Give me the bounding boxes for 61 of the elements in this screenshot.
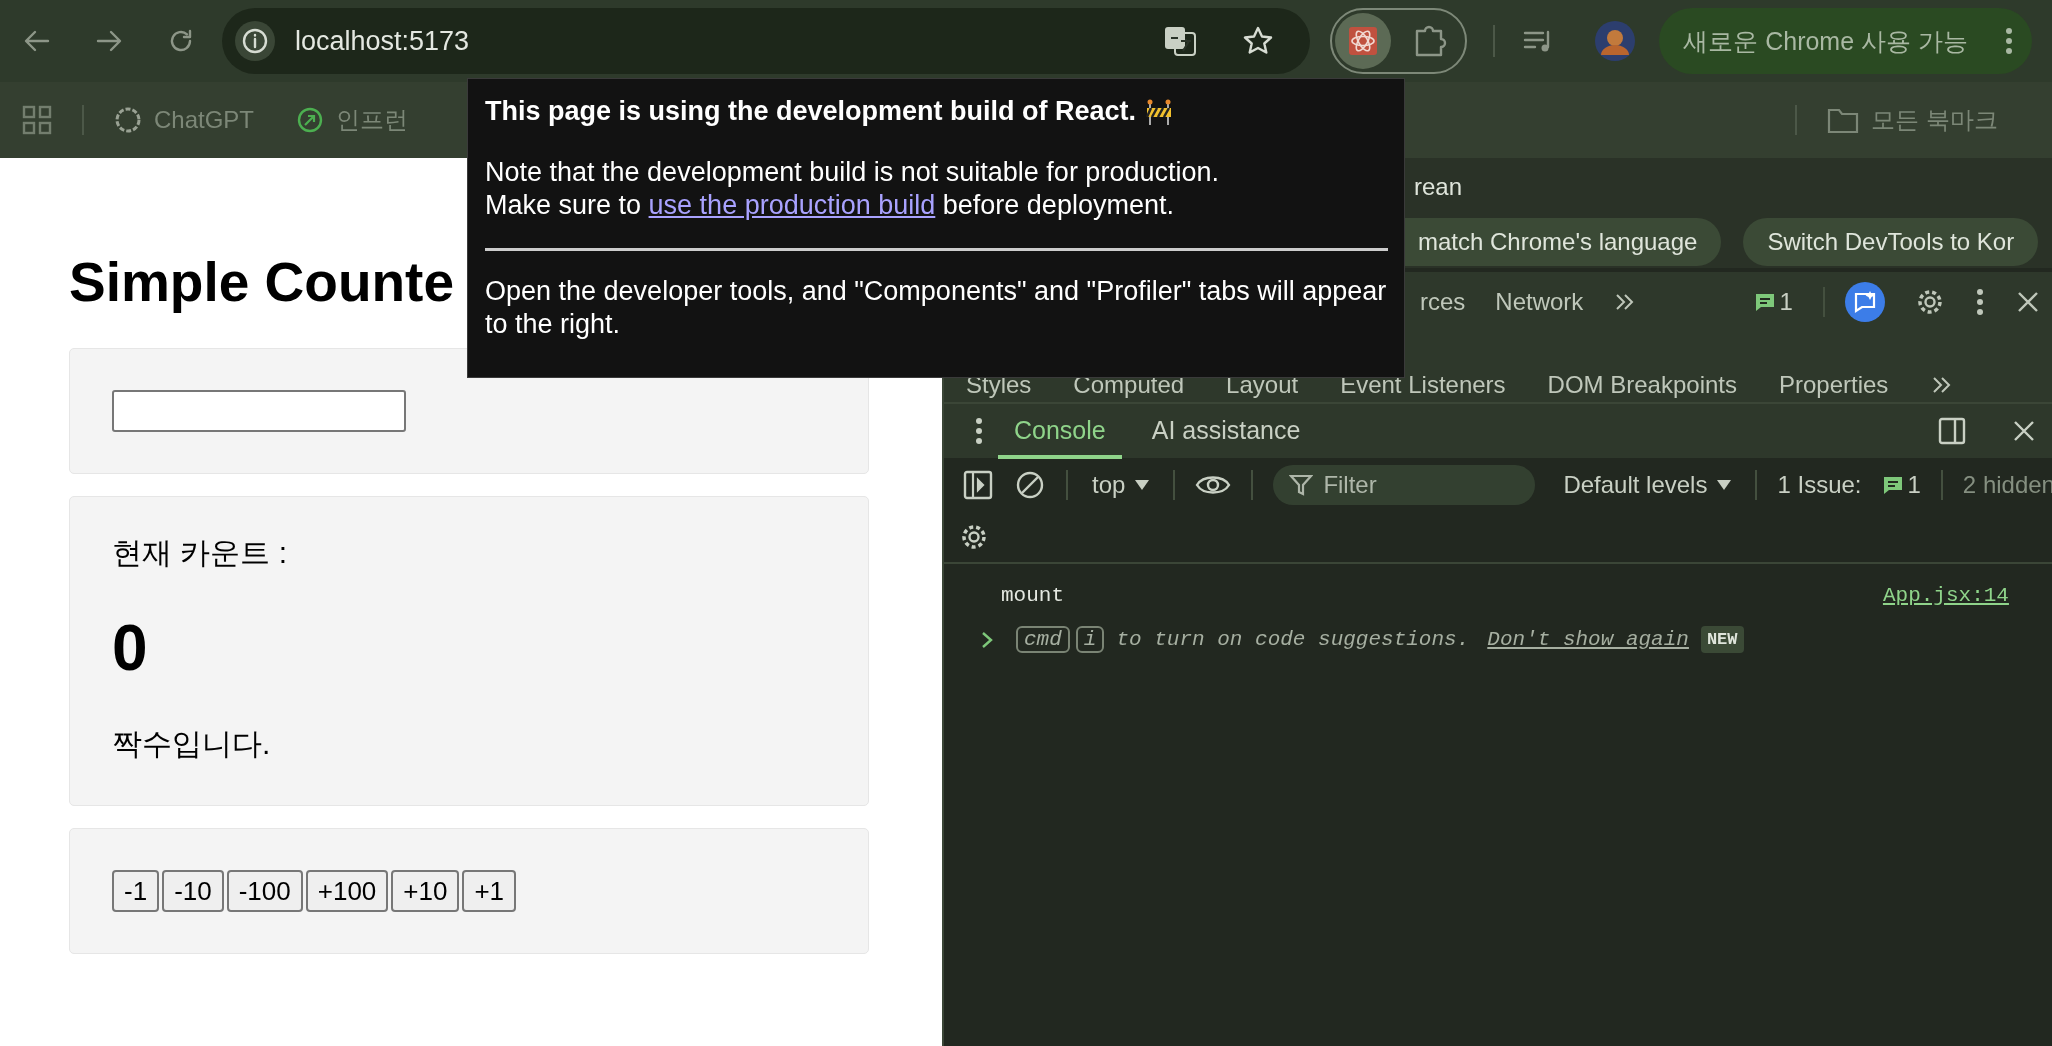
chevron-icon[interactable] [980, 629, 994, 650]
counter-button[interactable]: -1 [112, 870, 160, 912]
counter-button[interactable]: -100 [226, 870, 303, 912]
react-extension-icon[interactable] [1335, 13, 1392, 69]
clear-icon[interactable] [1014, 469, 1046, 501]
count-label: 현재 카운트 : [112, 535, 288, 571]
ai-chat-icon[interactable] [1844, 282, 1885, 322]
popup-text: Make sure to use the production build before deployment. [485, 189, 1175, 222]
log-message: mount [1001, 583, 1064, 607]
star-icon[interactable] [1242, 25, 1275, 57]
counter-button[interactable]: -10 [162, 870, 224, 912]
devtools-tab[interactable]: rces [1420, 288, 1466, 316]
keyboard-key: cmd [1016, 626, 1070, 653]
sidebar-toggle-icon[interactable] [962, 469, 994, 501]
panel-tab[interactable]: DOM Breakpoints [1547, 370, 1737, 400]
drawer-tab[interactable]: Console [998, 403, 1122, 459]
count-value: 0 [112, 616, 149, 680]
url-text[interactable]: localhost:5173 [295, 25, 470, 57]
counter-button[interactable]: +10 [391, 870, 460, 912]
input-field[interactable] [112, 390, 406, 432]
page-heading: Simple Counte [69, 250, 455, 314]
address-bar[interactable]: localhost:5173 [222, 8, 1311, 74]
update-button[interactable]: 새로운 Chrome 사용 가능 [1659, 8, 2032, 74]
counter-button[interactable]: +1 [462, 870, 517, 912]
keyboard-key: i [1075, 626, 1105, 653]
infobar-text: rean [1414, 173, 1463, 201]
message-icon [1881, 474, 1904, 496]
settings-icon[interactable] [959, 522, 989, 552]
dismiss-link[interactable]: Don't show again [1487, 628, 1689, 651]
popup-text: Open the developer tools, and "Components" and "Profiler" tabs will appear to the right. [485, 275, 1388, 341]
issues-badge[interactable]: 1 [1753, 288, 1793, 316]
more-icon[interactable] [1974, 287, 1985, 317]
devtools-tab[interactable]: Network [1495, 288, 1584, 316]
filter-field[interactable]: Filter [1273, 465, 1536, 505]
filter-icon [1289, 473, 1314, 497]
avatar-icon[interactable] [1595, 21, 1636, 61]
eye-icon[interactable] [1195, 473, 1232, 497]
apps-grid-icon[interactable] [22, 105, 52, 135]
caret-icon [1135, 480, 1150, 490]
caret-icon [1717, 480, 1732, 490]
popup-title: This page is using the development build of React. [485, 95, 1137, 128]
levels-dropdown[interactable]: Default levels [1559, 471, 1736, 499]
new-badge: NEW [1700, 626, 1744, 653]
issues-label: 1 Issue: [1777, 471, 1862, 499]
drawer-tab[interactable]: AI assistance [1135, 403, 1317, 459]
message-icon [1753, 291, 1776, 313]
info-icon[interactable] [235, 21, 275, 61]
folder-icon [1827, 106, 1860, 134]
production-build-link[interactable]: use the production build [648, 190, 936, 220]
popup-text: Note that the development build is not suitable for production. [485, 156, 1220, 189]
hint-text: to turn on code suggestions. [1116, 628, 1470, 651]
source-link[interactable]: App.jsx:14 [1882, 583, 2009, 607]
context-dropdown[interactable]: top [1088, 471, 1154, 499]
panel-tab[interactable]: Properties [1779, 370, 1889, 400]
issues-badge[interactable]: 1 [1881, 471, 1921, 499]
parity-text: 짝수입니다. [112, 726, 272, 762]
more-icon[interactable] [2004, 26, 2014, 56]
counter-button[interactable]: +100 [305, 870, 389, 912]
more-icon[interactable] [974, 416, 984, 446]
dock-side-icon[interactable] [1936, 416, 1967, 446]
language-button[interactable]: Switch DevTools to Kor [1743, 218, 2039, 266]
